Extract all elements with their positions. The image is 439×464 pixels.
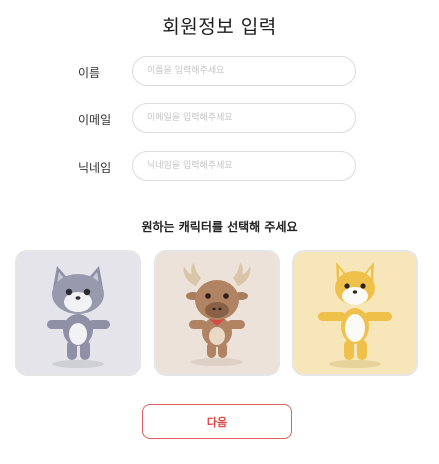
nickname-field[interactable] <box>132 151 356 181</box>
next-button[interactable]: 다음 <box>142 404 292 439</box>
page-title: 회원정보 입력 <box>162 16 277 38</box>
shiba-dog-character-icon <box>318 262 392 368</box>
moose-character-icon <box>183 263 251 366</box>
character-card-cat[interactable] <box>15 250 141 376</box>
email-field[interactable] <box>132 103 356 133</box>
character-section-heading: 원하는 캐릭터를 선택해 주세요 <box>141 220 298 234</box>
nickname-label: 닉네임 <box>78 161 112 175</box>
character-card-moose[interactable] <box>154 250 280 376</box>
name-label: 이름 <box>78 66 101 80</box>
character-card-shiba[interactable] <box>292 250 418 376</box>
cat-character-icon <box>47 266 110 368</box>
email-label: 이메일 <box>78 113 112 127</box>
name-field[interactable] <box>132 56 356 86</box>
